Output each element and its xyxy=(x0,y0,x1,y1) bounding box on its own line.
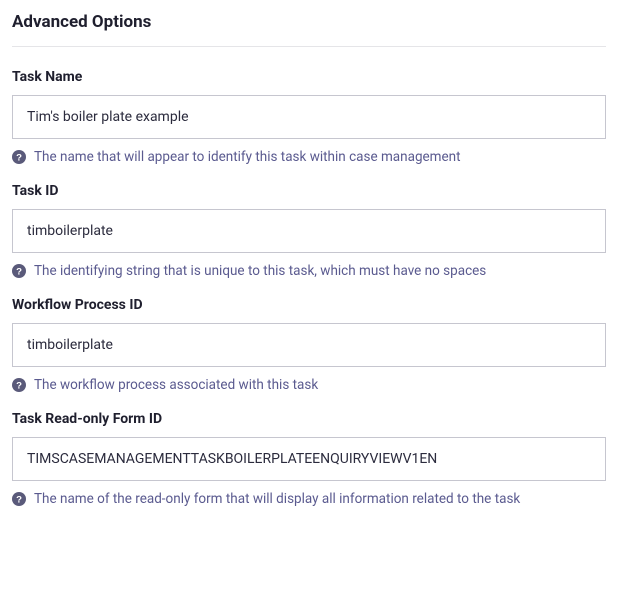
task-id-input[interactable] xyxy=(12,209,606,253)
task-readonly-form-id-help-text: The name of the read-only form that will… xyxy=(34,491,520,507)
task-name-input[interactable] xyxy=(12,95,606,139)
help-icon: ? xyxy=(12,264,26,278)
field-group-task-id: Task ID ? The identifying string that is… xyxy=(12,183,606,279)
task-name-label: Task Name xyxy=(12,69,606,85)
workflow-process-id-help-row: ? The workflow process associated with t… xyxy=(12,377,606,393)
task-name-help-row: ? The name that will appear to identify … xyxy=(12,149,606,165)
task-name-help-text: The name that will appear to identify th… xyxy=(34,149,461,165)
workflow-process-id-label: Workflow Process ID xyxy=(12,297,606,313)
help-icon: ? xyxy=(12,378,26,392)
svg-text:?: ? xyxy=(16,495,22,506)
task-id-help-text: The identifying string that is unique to… xyxy=(34,263,486,279)
task-readonly-form-id-help-row: ? The name of the read-only form that wi… xyxy=(12,491,606,507)
task-id-label: Task ID xyxy=(12,183,606,199)
field-group-task-name: Task Name ? The name that will appear to… xyxy=(12,69,606,165)
task-readonly-form-id-label: Task Read-only Form ID xyxy=(12,411,606,427)
workflow-process-id-help-text: The workflow process associated with thi… xyxy=(34,377,318,393)
svg-text:?: ? xyxy=(16,153,22,164)
help-icon: ? xyxy=(12,150,26,164)
help-icon: ? xyxy=(12,492,26,506)
section-title: Advanced Options xyxy=(12,12,606,32)
svg-text:?: ? xyxy=(16,381,22,392)
section-divider xyxy=(12,46,606,47)
task-readonly-form-id-input[interactable] xyxy=(12,437,606,481)
task-id-help-row: ? The identifying string that is unique … xyxy=(12,263,606,279)
field-group-task-readonly-form-id: Task Read-only Form ID ? The name of the… xyxy=(12,411,606,507)
workflow-process-id-input[interactable] xyxy=(12,323,606,367)
field-group-workflow-process-id: Workflow Process ID ? The workflow proce… xyxy=(12,297,606,393)
svg-text:?: ? xyxy=(16,267,22,278)
